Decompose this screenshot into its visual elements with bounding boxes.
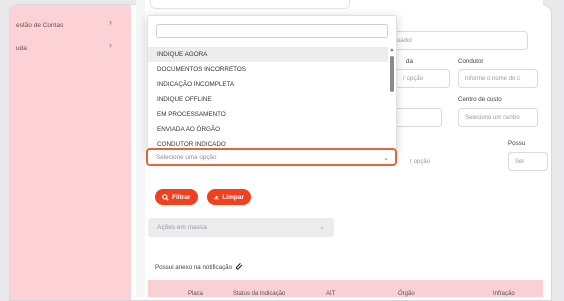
label-partial-da: da <box>406 58 413 65</box>
table-header-infracao[interactable]: Infração <box>493 291 515 297</box>
scrollbar-thumb[interactable] <box>390 56 394 92</box>
clear-button[interactable]: Limpar <box>207 189 251 205</box>
status-dropdown-menu: INDIQUE AGORA DOCUMENTOS INCORRETOS INDI… <box>147 15 397 152</box>
chevron-down-icon: ⌄ <box>319 224 325 231</box>
label-condutor: Condutor <box>458 58 484 65</box>
centro-custo-placeholder: Selecione um centro <box>465 114 520 121</box>
dropdown-scrollbar[interactable]: ▲ ▼ <box>389 47 395 151</box>
select-field-3-value: r opção <box>410 158 431 165</box>
label-partial-possu: Possu <box>508 140 526 147</box>
search-icon <box>162 193 169 201</box>
label-centro-custo: Centro de custo <box>458 96 502 103</box>
status-select-placeholder: Selecione uma opção <box>156 153 217 161</box>
eraser-icon <box>214 195 219 199</box>
dropdown-option[interactable]: ENVIADA AO ÓRGÃO <box>148 122 388 137</box>
select-field-4[interactable]: Sel <box>508 152 548 171</box>
attachment-filter-label: Possui anexo na notificação <box>155 263 233 271</box>
centro-custo-select[interactable]: Selecione um centro <box>458 108 538 127</box>
filter-button[interactable]: Filtrar <box>155 189 198 205</box>
filter-button-label: Filtrar <box>172 193 191 201</box>
sidebar-item-gestao-contas[interactable]: estão de Contas <box>16 22 63 29</box>
top-field[interactable] <box>150 0 350 9</box>
table-header: Placa Status da indicação AIT Órgão Infr… <box>148 280 543 297</box>
bulk-actions-label: Ações em massa <box>157 224 207 231</box>
dropdown-option[interactable]: EM PROCESSAMENTO <box>148 107 388 122</box>
sidebar-item-ajuda[interactable]: uda <box>16 45 27 52</box>
chevron-right-icon[interactable]: › <box>109 17 112 27</box>
condutor-input[interactable]: Informe o nome do c <box>458 69 538 88</box>
table-header-ait[interactable]: AIT <box>326 291 335 297</box>
paperclip-icon <box>236 263 243 270</box>
scroll-up-icon[interactable]: ▲ <box>389 47 395 53</box>
clear-button-label: Limpar <box>222 193 244 201</box>
bulk-actions-select[interactable]: Ações em massa ⌄ <box>148 218 334 237</box>
condutor-placeholder: Informe o nome do c <box>465 75 521 82</box>
table-header-orgao[interactable]: Órgão <box>398 291 415 297</box>
dropdown-search-input[interactable] <box>156 24 388 38</box>
dropdown-option[interactable]: INDIQUE OFFLINE <box>148 92 388 107</box>
chevron-right-icon[interactable]: › <box>109 40 112 50</box>
dropdown-option[interactable]: DOCUMENTOS INCORRETOS <box>148 62 388 77</box>
chevron-down-icon: ⌄ <box>383 155 389 162</box>
sidebar: estão de Contas › uda › <box>10 5 131 300</box>
dropdown-options-list: INDIQUE AGORA DOCUMENTOS INCORRETOS INDI… <box>148 47 388 151</box>
dropdown-option[interactable]: INDICAÇÃO INCOMPLETA <box>148 77 388 92</box>
table-header-placa[interactable]: Placa <box>188 291 203 297</box>
attachment-filter[interactable]: Possui anexo na notificação <box>155 263 244 271</box>
dropdown-option[interactable]: INDIQUE AGORA <box>148 47 388 62</box>
table-header-status[interactable]: Status da indicação <box>233 291 285 297</box>
status-select[interactable]: Selecione uma opção ⌄ <box>146 148 397 166</box>
select-field-4-value: Sel <box>515 158 524 165</box>
select-field-3[interactable]: r opção <box>395 152 450 171</box>
